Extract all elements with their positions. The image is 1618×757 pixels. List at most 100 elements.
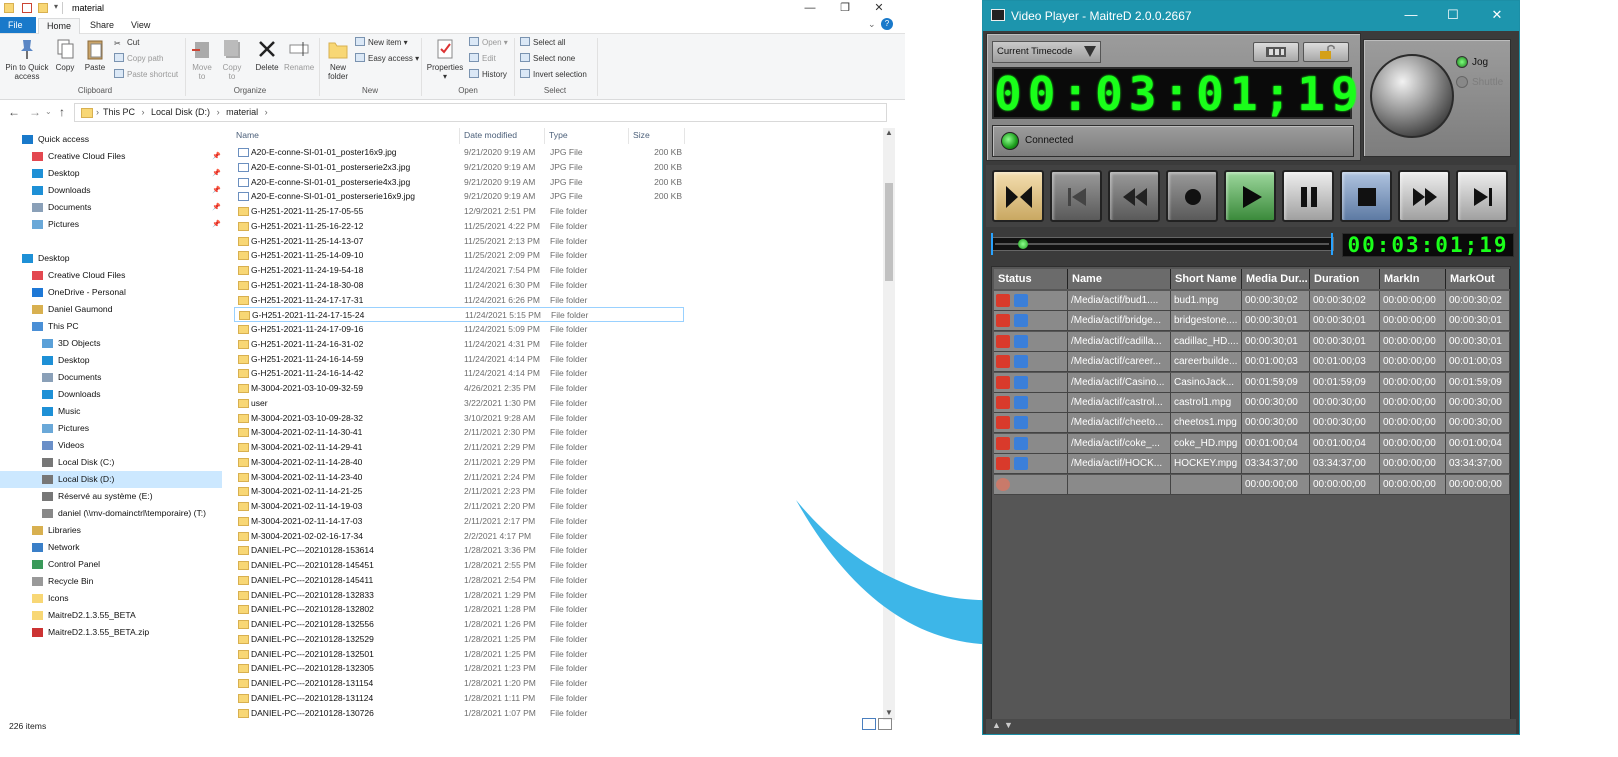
file-row[interactable]: DANIEL-PC---20210128-145411 1/28/2021 2:5…	[234, 573, 684, 588]
file-row[interactable]: DANIEL-PC---20210128-132802 1/28/2021 1:2…	[234, 602, 684, 617]
scroll-down-icon[interactable]: ▼	[885, 708, 893, 717]
breadcrumb-local-disk[interactable]: Local Disk (D:)	[151, 107, 210, 117]
file-row[interactable]: G-H251-2021-11-25-16-22-12 11/25/2021 4:2…	[234, 219, 684, 234]
file-row[interactable]: G-H251-2021-11-24-19-54-18 11/24/2021 7:5…	[234, 263, 684, 278]
column-header[interactable]: MarkIn	[1380, 269, 1446, 289]
jog-wheel[interactable]	[1370, 54, 1454, 138]
restore-icon[interactable]: ❐	[828, 0, 862, 16]
sidebar-item[interactable]: daniel (\\mv-domainctrl\temporaire) (T:)	[0, 505, 222, 522]
new-folder-icon[interactable]	[38, 3, 48, 13]
stop-button[interactable]	[1340, 170, 1392, 222]
sidebar-item[interactable]: Local Disk (D:)	[0, 471, 222, 488]
file-row[interactable]: A20-E-conne-SI-01-01_posterserie4x3.jpg 9…	[234, 175, 684, 190]
sidebar-item[interactable]: Documents	[0, 369, 222, 386]
sidebar-item[interactable]: Daniel Gaumond	[0, 301, 222, 318]
go-to-start-button[interactable]	[1050, 170, 1102, 222]
sidebar-item[interactable]: OneDrive - Personal	[0, 284, 222, 301]
file-row[interactable]: A20-E-conne-SI-01-01_posterserie16x9.jpg…	[234, 189, 684, 204]
clip-info-icon[interactable]	[1014, 457, 1028, 471]
paste-shortcut-button[interactable]: Paste shortcut	[114, 68, 178, 82]
help-icon[interactable]: ?	[881, 18, 893, 30]
scrub-bar[interactable]	[991, 233, 1334, 255]
file-row[interactable]: DANIEL-PC---20210128-132833 1/28/2021 1:2…	[234, 588, 684, 603]
file-row[interactable]: M-3004-2021-03-10-09-32-59 4/26/2021 2:35…	[234, 381, 684, 396]
file-row[interactable]: G-H251-2021-11-24-17-17-31 11/24/2021 6:2…	[234, 293, 684, 308]
sidebar-item[interactable]: Control Panel	[0, 556, 222, 573]
timecode-mode-select[interactable]: Current Timecode	[992, 41, 1101, 63]
playlist-row[interactable]: /Media/actif/bud1.... bud1.mpg 00:00:30;02…	[994, 291, 1510, 311]
sidebar-item[interactable]: Downloads	[0, 386, 222, 403]
record-button[interactable]	[1166, 170, 1218, 222]
details-view-icon[interactable]	[862, 718, 876, 730]
copy-path-button[interactable]: Copy path	[114, 52, 163, 66]
file-row[interactable]: G-H251-2021-11-25-17-05-55 12/9/2021 2:51…	[234, 204, 684, 219]
sidebar-item[interactable]: Libraries	[0, 522, 222, 539]
clip-info-icon[interactable]	[1014, 294, 1028, 307]
delete-button[interactable]: Delete	[254, 38, 280, 72]
sidebar-item[interactable]: Downloads 📌	[0, 182, 222, 199]
sidebar-item[interactable]: Creative Cloud Files 📌	[0, 148, 222, 165]
file-row[interactable]: A20-E-conne-SI-01-01_poster16x9.jpg 9/21/…	[234, 145, 684, 160]
close-icon[interactable]: ✕	[862, 0, 896, 16]
scroll-down-icon[interactable]: ▼	[1004, 720, 1013, 730]
sidebar-item[interactable]: Videos	[0, 437, 222, 454]
clip-info-icon[interactable]	[1014, 375, 1028, 389]
clip-status-icon[interactable]	[996, 294, 1010, 307]
shuttle-radio[interactable]	[1456, 76, 1468, 88]
sidebar-item[interactable]: Réservé au système (E:)	[0, 488, 222, 505]
playlist-row[interactable]: /Media/actif/cheeto... cheetos1.mpg 00:00:…	[994, 413, 1510, 434]
clip-status-icon[interactable]	[996, 314, 1010, 328]
file-row[interactable]: G-H251-2021-11-24-17-09-16 11/24/2021 5:0…	[234, 322, 684, 337]
clip-info-icon[interactable]	[1014, 355, 1028, 369]
pin-icon[interactable]: 📌	[212, 199, 221, 216]
file-row[interactable]: DANIEL-PC---20210128-132529 1/28/2021 1:2…	[234, 632, 684, 647]
sidebar-item[interactable]: Icons	[0, 590, 222, 607]
invert-selection-button[interactable]: Invert selection	[520, 68, 587, 82]
file-row[interactable]: DANIEL-PC---20210128-145451 1/28/2021 2:5…	[234, 558, 684, 573]
chevron-down-icon[interactable]	[996, 477, 1010, 491]
file-row[interactable]: DANIEL-PC---20210128-132501 1/28/2021 1:2…	[234, 647, 684, 662]
film-strip-button[interactable]	[1253, 42, 1299, 62]
breadcrumb-material[interactable]: material	[226, 107, 258, 117]
clip-status-icon[interactable]	[996, 436, 1010, 450]
forward-icon[interactable]: →	[29, 105, 41, 119]
sidebar-item[interactable]: MaitreD2.1.3.55_BETA	[0, 607, 222, 624]
file-row[interactable]: A20-E-conne-SI-01-01_posterserie2x3.jpg 9…	[234, 160, 684, 175]
minimize-icon[interactable]: —	[1399, 7, 1423, 22]
close-icon[interactable]: ✕	[1485, 7, 1509, 23]
properties-icon[interactable]	[22, 3, 32, 13]
select-all-button[interactable]: Select all	[520, 36, 565, 50]
scroll-up-icon[interactable]: ▲	[992, 720, 1001, 730]
file-row[interactable]: DANIEL-PC---20210128-132305 1/28/2021 1:2…	[234, 661, 684, 676]
sidebar-item[interactable]: Local Disk (C:)	[0, 454, 222, 471]
file-row[interactable]: DANIEL-PC---20210128-131154 1/28/2021 1:2…	[234, 676, 684, 691]
sidebar-item[interactable]: Desktop	[0, 352, 222, 369]
go-to-end-button[interactable]	[1456, 170, 1508, 222]
clip-status-icon[interactable]	[996, 416, 1010, 430]
scrollbar-thumb[interactable]	[885, 183, 893, 281]
file-row[interactable]: M-3004-2021-02-11-14-23-40 2/11/2021 2:24…	[234, 470, 684, 485]
select-none-button[interactable]: Select none	[520, 52, 575, 66]
mark-in-handle[interactable]	[991, 233, 993, 255]
tab-view[interactable]: View	[123, 18, 158, 34]
jog-radio[interactable]	[1456, 56, 1468, 68]
file-row[interactable]: M-3004-2021-02-11-14-29-41 2/11/2021 2:29…	[234, 440, 684, 455]
clip-info-icon[interactable]	[1014, 396, 1028, 409]
playlist-row[interactable]: /Media/actif/bridge... bridgestone.... 00:…	[994, 311, 1510, 332]
expand-ribbon-icon[interactable]: ⌄	[868, 19, 876, 30]
sidebar-item[interactable]: Pictures	[0, 420, 222, 437]
recent-locations-icon[interactable]: ⌄	[45, 107, 52, 116]
sidebar-item[interactable]: This PC	[0, 318, 222, 335]
pin-icon[interactable]: 📌	[212, 182, 221, 199]
clip-info-icon[interactable]	[1014, 314, 1028, 328]
rewind-button[interactable]	[1108, 170, 1160, 222]
file-row[interactable]: M-3004-2021-02-02-16-17-34 2/2/2021 4:17 …	[234, 529, 684, 544]
tab-home[interactable]: Home	[38, 18, 81, 34]
sidebar-item[interactable]: Documents 📌	[0, 199, 222, 216]
paste-button[interactable]: Paste	[82, 38, 108, 72]
edit-button[interactable]: Edit	[469, 52, 496, 66]
column-header[interactable]: Status	[994, 269, 1068, 289]
clip-status-icon[interactable]	[996, 334, 1010, 348]
file-row[interactable]: M-3004-2021-03-10-09-28-32 3/10/2021 9:28…	[234, 411, 684, 426]
playlist-row[interactable]: /Media/actif/castrol... castrol1.mpg 00:00…	[994, 393, 1510, 413]
